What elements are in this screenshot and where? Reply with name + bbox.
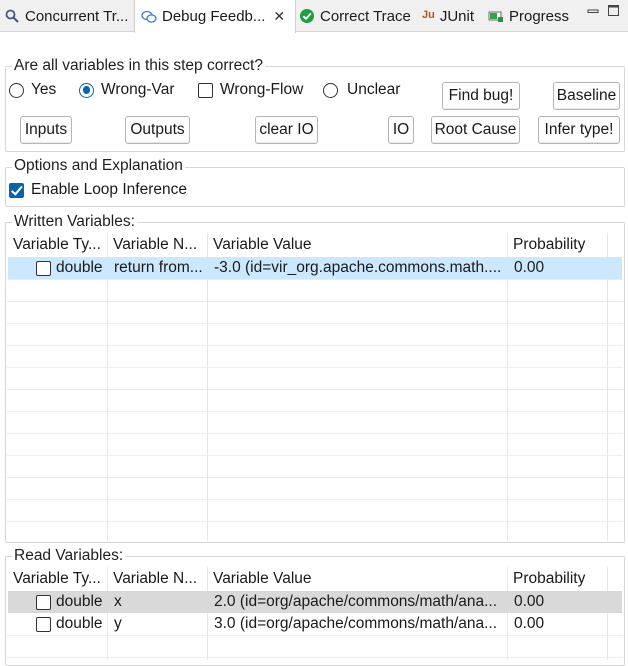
outputs-button[interactable]: Outputs: [125, 116, 190, 144]
cell-probability: 0.00: [514, 593, 545, 610]
cell-value: -3.0 (id=vir_org.apache.commons.math....: [214, 259, 502, 276]
column-header-name[interactable]: Variable N...: [107, 567, 207, 591]
cell-type: double: [56, 615, 103, 632]
search-icon: [4, 8, 20, 24]
checkbox-wrong-flow[interactable]: Wrong-Flow: [198, 81, 303, 99]
close-icon[interactable]: ✕: [273, 8, 285, 25]
row-checkbox[interactable]: [36, 261, 51, 276]
table-row[interactable]: double x 2.0 (id=org/apache/commons/math…: [8, 591, 622, 613]
tab-label: Concurrent Tr...: [25, 7, 129, 25]
row-checkbox[interactable]: [36, 617, 51, 632]
tab-label: Debug Feedb...: [162, 8, 266, 25]
tab-label: JUnit: [439, 7, 475, 25]
checkbox-label: Wrong-Flow: [220, 81, 304, 98]
radio-label: Wrong-Var: [101, 81, 175, 98]
tab-junit[interactable]: Ju JUnit: [422, 0, 474, 32]
column-header-value[interactable]: Variable Value: [207, 567, 507, 591]
radio-button[interactable]: [323, 82, 338, 98]
cell-name: y: [114, 615, 122, 632]
column-header-name[interactable]: Variable N...: [107, 233, 207, 257]
row-checkbox[interactable]: [36, 595, 51, 610]
junit-icon: Ju: [422, 9, 435, 21]
cell-name: x: [114, 593, 122, 610]
clear-io-button[interactable]: clear IO: [255, 116, 318, 144]
column-header-probability[interactable]: Probability: [507, 233, 607, 257]
written-variables-legend: Written Variables:: [12, 213, 137, 231]
radio-button[interactable]: [9, 82, 24, 98]
tab-concurrent-trace[interactable]: Concurrent Tr...: [4, 0, 128, 32]
table-header: Variable Ty... Variable N... Variable Va…: [7, 567, 623, 591]
radio-label: Unclear: [347, 81, 401, 98]
io-button[interactable]: IO: [388, 116, 414, 144]
cell-value: 2.0 (id=org/apache/commons/math/ana...: [214, 593, 498, 610]
maximize-icon[interactable]: [607, 4, 621, 18]
table-row[interactable]: double return from... -3.0 (id=vir_org.a…: [8, 257, 622, 279]
read-variables-table: Variable Ty... Variable N... Variable Va…: [7, 567, 623, 660]
cell-probability: 0.00: [514, 615, 545, 632]
column-header-value[interactable]: Variable Value: [207, 233, 507, 257]
tab-progress[interactable]: Progress: [488, 0, 569, 32]
radio-button[interactable]: [79, 82, 94, 98]
radio-label: Yes: [31, 81, 57, 98]
inputs-button[interactable]: Inputs: [20, 116, 72, 144]
cell-value: 3.0 (id=org/apache/commons/math/ana...: [214, 615, 498, 632]
green-check-icon: [299, 8, 315, 24]
written-variables-table: Variable Ty... Variable N... Variable Va…: [7, 233, 623, 541]
cell-probability: 0.00: [514, 259, 545, 276]
checkbox[interactable]: [9, 182, 24, 198]
column-header-type[interactable]: Variable Ty...: [7, 233, 107, 257]
progress-icon: [488, 8, 504, 24]
column-header-type[interactable]: Variable Ty...: [7, 567, 107, 591]
tab-correct-trace[interactable]: Correct Trace: [299, 0, 411, 32]
infer-type-button[interactable]: Infer type!: [538, 116, 620, 144]
table-row[interactable]: double y 3.0 (id=org/apache/commons/math…: [8, 613, 622, 635]
cell-type: double: [56, 593, 103, 610]
find-bug-button[interactable]: Find bug!: [442, 82, 520, 110]
checkbox[interactable]: [198, 82, 213, 98]
tab-label: Progress: [509, 7, 570, 25]
radio-yes[interactable]: Yes: [9, 81, 56, 99]
chat-bubbles-icon: [141, 9, 157, 25]
step-correctness-legend: Are all variables in this step correct?: [12, 57, 265, 75]
view-tab-bar: Concurrent Tr... Debug Feedb... ✕ Correc…: [0, 0, 628, 33]
cell-type: double: [56, 259, 103, 276]
enable-loop-inference-checkbox[interactable]: Enable Loop Inference: [9, 181, 187, 199]
radio-wrong-var[interactable]: Wrong-Var: [79, 81, 175, 99]
minimize-icon[interactable]: [586, 4, 600, 18]
checkbox-label: Enable Loop Inference: [31, 181, 187, 198]
read-variables-legend: Read Variables:: [12, 547, 126, 565]
tab-debug-feedback[interactable]: Debug Feedb... ✕: [134, 0, 296, 33]
radio-unclear[interactable]: Unclear: [323, 81, 400, 99]
table-header: Variable Ty... Variable N... Variable Va…: [7, 233, 623, 257]
cell-name: return from...: [114, 259, 203, 276]
column-header-probability[interactable]: Probability: [507, 567, 607, 591]
baseline-button[interactable]: Baseline: [553, 82, 620, 110]
tab-label: Correct Trace: [320, 7, 411, 25]
root-cause-button[interactable]: Root Cause: [431, 116, 520, 144]
options-legend: Options and Explanation: [12, 157, 185, 175]
